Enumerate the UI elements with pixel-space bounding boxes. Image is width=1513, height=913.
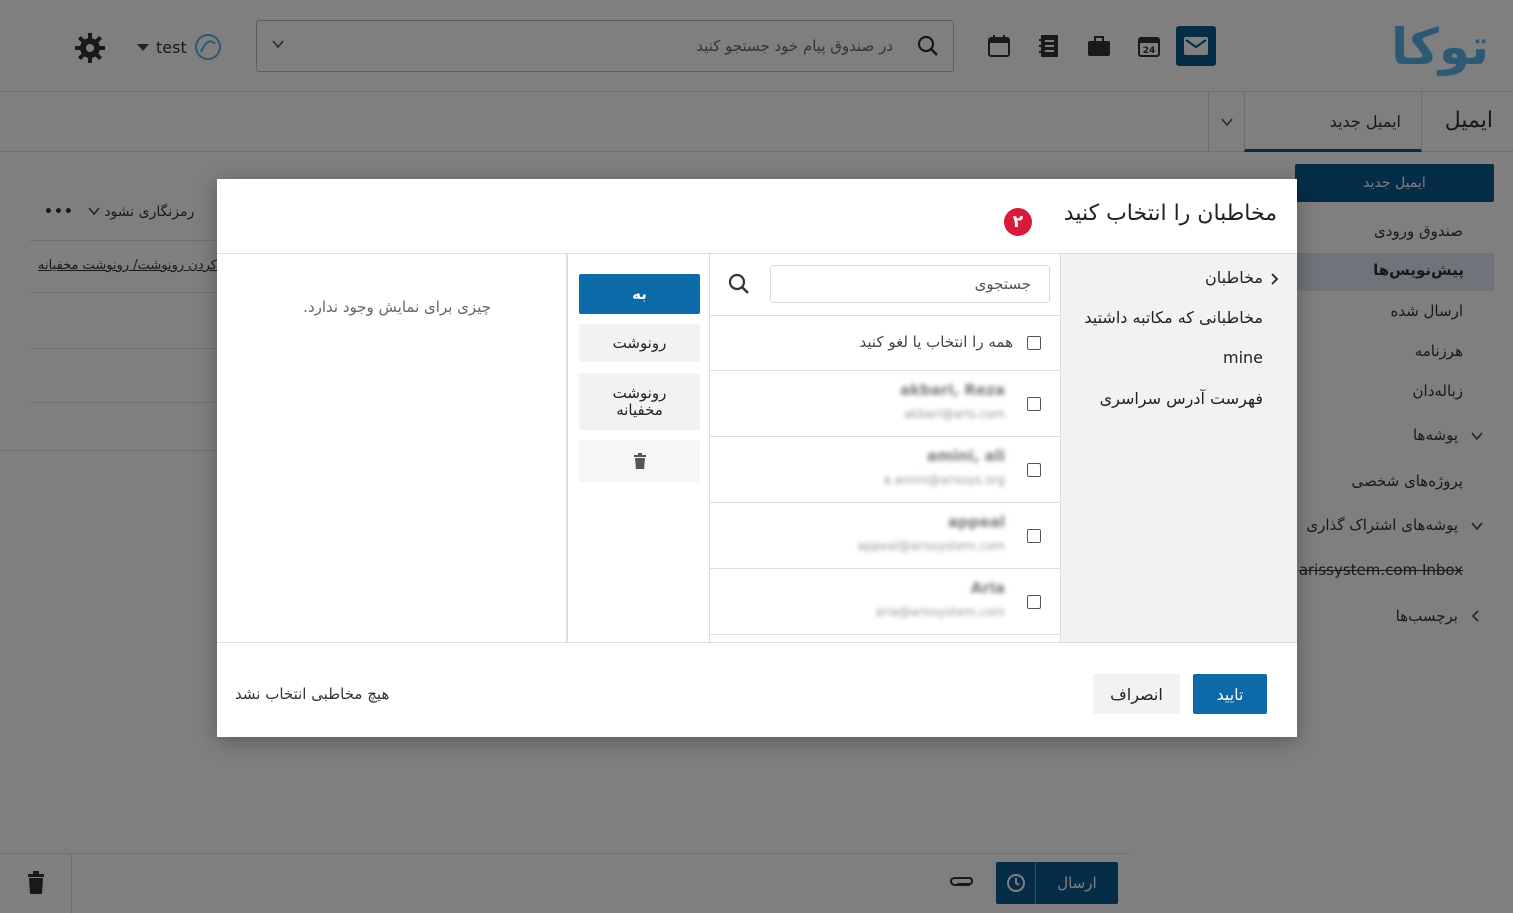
select-all-checkbox[interactable] (1027, 336, 1041, 350)
contact-email: aria@arissystem.com (875, 605, 1005, 619)
contact-name: amini, ali (926, 447, 1005, 465)
add-cc-button[interactable]: رونوشت (579, 324, 700, 362)
contacts-source-nav: مخاطبان مخاطبانی که مکاتبه داشتید mine ف… (1060, 254, 1297, 642)
nav-item-global-address-list[interactable]: فهرست آدرس سراسری (1100, 389, 1263, 408)
contact-checkbox[interactable] (1027, 397, 1041, 411)
contact-name: appeal (947, 513, 1005, 531)
contact-search-input[interactable]: جستجوی (770, 265, 1050, 303)
confirm-button[interactable]: تایید (1193, 674, 1267, 714)
contact-list-panel: جستجوی همه را انتخاب یا لغو کنید akbari,… (709, 254, 1061, 642)
contact-row[interactable]: amini, ali a.amini@arissys.org (710, 437, 1061, 503)
chevron-right-icon (1271, 273, 1279, 285)
contact-row[interactable]: akbari, Reza akbari@aris.com (710, 371, 1061, 437)
contact-name: akbari, Reza (900, 381, 1005, 399)
select-all-row[interactable]: همه را انتخاب یا لغو کنید (710, 315, 1061, 371)
contact-row[interactable]: appeal appeal@arissystem.com (710, 503, 1061, 569)
selected-recipients-panel: چیزی برای نمایش وجود ندارد. (217, 254, 567, 642)
search-icon[interactable] (728, 273, 750, 295)
add-bcc-button[interactable]: رونوشت مخفیانه (579, 373, 700, 430)
dialog-title: مخاطبان را انتخاب کنید (1063, 201, 1277, 226)
step-badge: ۲ (1004, 208, 1032, 236)
dialog-footer: تایید انصراف هیچ مخاطبی انتخاب نشد (217, 642, 1297, 737)
remove-recipient-button[interactable] (579, 440, 700, 482)
selection-status: هیچ مخاطبی انتخاب نشد (235, 685, 390, 703)
select-all-label: همه را انتخاب یا لغو کنید (859, 333, 1014, 351)
dialog-header: مخاطبان را انتخاب کنید ۲ (217, 179, 1297, 254)
contact-search-placeholder: جستجوی (974, 275, 1031, 293)
nav-item-correspondents[interactable]: مخاطبانی که مکاتبه داشتید (1084, 308, 1263, 327)
cancel-button[interactable]: انصراف (1093, 674, 1180, 714)
contact-email: a.amini@arissys.org (883, 473, 1005, 487)
contact-name: Aria (970, 579, 1005, 597)
nav-item-mine[interactable]: mine (1223, 348, 1263, 367)
recipient-type-actions: به رونوشت رونوشت مخفیانه (567, 254, 709, 642)
trash-icon (633, 453, 646, 469)
contact-row[interactable]: Aria aria@arissystem.com (710, 569, 1061, 635)
contact-checkbox[interactable] (1027, 529, 1041, 543)
empty-message: چیزی برای نمایش وجود ندارد. (303, 298, 491, 316)
contact-email: akbari@aris.com (904, 407, 1005, 421)
contact-checkbox[interactable] (1027, 463, 1041, 477)
add-to-button[interactable]: به (579, 274, 700, 314)
nav-item-contacts[interactable]: مخاطبان (1205, 268, 1263, 287)
select-contacts-dialog: مخاطبان را انتخاب کنید ۲ مخاطبان مخاطبان… (217, 179, 1297, 737)
contact-email: appeal@arissystem.com (857, 539, 1005, 553)
contact-checkbox[interactable] (1027, 595, 1041, 609)
